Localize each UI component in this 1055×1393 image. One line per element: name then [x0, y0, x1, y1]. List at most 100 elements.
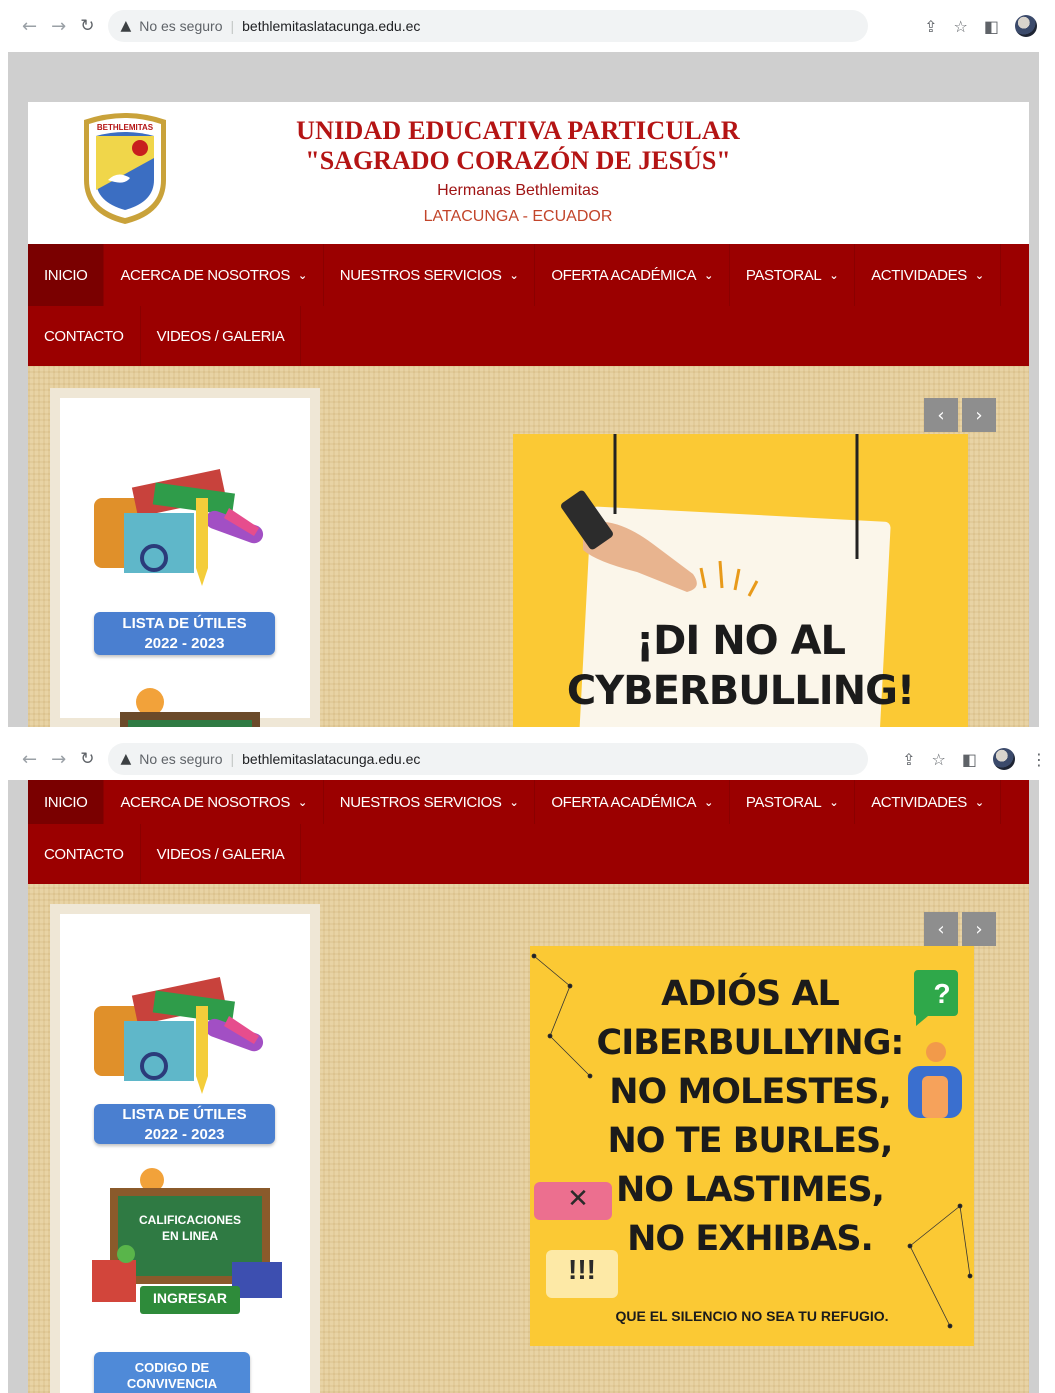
chevron-down-icon: ⌄	[297, 795, 307, 809]
nav-item-acerca[interactable]: ACERCA DE NOSOTROS ⌄	[104, 244, 324, 306]
site-header: BETHLEMITAS UNIDAD EDUCATIVA PARTICULAR …	[28, 102, 1029, 244]
forward-arrow-icon[interactable]: →	[51, 16, 66, 37]
school-crest-logo[interactable]: BETHLEMITAS	[78, 110, 172, 226]
forward-arrow-icon[interactable]: →	[51, 749, 66, 770]
calificaciones-label: CALIFICACIONES EN LINEA	[118, 1212, 262, 1244]
main-nav-2: INICIO ACERCA DE NOSOTROS ⌄ NUESTROS SERV…	[28, 780, 1029, 884]
nav-item-acerca[interactable]: ACERCA DE NOSOTROS ⌄	[104, 780, 324, 824]
school-location: LATACUNGA - ECUADOR	[423, 208, 613, 225]
nav-label: ACTIVIDADES	[871, 793, 967, 811]
address-bar[interactable]: ▲ No es seguro | bethlemitaslatacunga.ed…	[108, 10, 869, 42]
main-nav: INICIO ACERCA DE NOSOTROS ⌄ NUESTROS SERV…	[28, 244, 1029, 366]
kebab-menu-icon[interactable]: ⋮	[1031, 750, 1047, 769]
nav-item-pastoral[interactable]: PASTORAL ⌄	[730, 244, 856, 306]
slider-next-button[interactable]: ›	[962, 912, 996, 946]
nav-item-videos[interactable]: VIDEOS / GALERIA	[141, 306, 302, 366]
reload-icon[interactable]: ↻	[80, 16, 94, 36]
back-arrow-icon[interactable]: ←	[22, 749, 37, 770]
pill-line: LISTA DE ÚTILES	[122, 1106, 247, 1123]
reload-icon[interactable]: ↻	[80, 749, 94, 769]
nav-item-pastoral[interactable]: PASTORAL ⌄	[730, 780, 856, 824]
chevron-down-icon: ⌄	[297, 268, 307, 282]
chevron-down-icon: ⌄	[509, 795, 519, 809]
side-panel-icon[interactable]: ◧	[962, 750, 977, 769]
slide2-headline: ADIÓS AL CIBERBULLYING: NO MOLESTES, NO …	[590, 970, 910, 1264]
school-supplies-illustration[interactable]	[84, 458, 284, 598]
slide2-line: NO TE BURLES,	[607, 1121, 894, 1161]
slider-next-button[interactable]: ›	[962, 398, 996, 432]
codigo-convivencia-button[interactable]: CODIGO DE CONVIVENCIA	[94, 1352, 250, 1393]
chevron-down-icon: ⌄	[704, 268, 713, 282]
chevron-left-icon: ‹	[937, 918, 945, 940]
slide2-line: ADIÓS AL	[661, 974, 840, 1014]
share-icon[interactable]: ⇪	[924, 17, 937, 36]
url-text[interactable]: bethlemitaslatacunga.edu.ec	[242, 751, 420, 767]
nav-item-servicios[interactable]: NUESTROS SERVICIOS ⌄	[324, 780, 536, 824]
slide2-line: CIBERBULLYING:	[596, 1023, 905, 1063]
nav-item-videos[interactable]: VIDEOS / GALERIA	[141, 824, 302, 884]
chevron-down-icon: ⌄	[974, 268, 984, 282]
calificaciones-illustration-partial[interactable]	[80, 682, 290, 727]
pill-line: CODIGO DE	[134, 1360, 210, 1375]
main-content-2: LISTA DE ÚTILES 2022 - 2023 CALIFICACION…	[28, 884, 1029, 1393]
lista-utiles-button[interactable]: LISTA DE ÚTILES 2022 - 2023	[94, 1104, 275, 1144]
slide1-headline: ¡DI NO AL CYBERBULLING!	[513, 616, 968, 716]
nav-item-actividades[interactable]: ACTIVIDADES ⌄	[855, 780, 1001, 824]
bookmark-star-icon[interactable]: ☆	[954, 17, 968, 36]
nav-item-contacto[interactable]: CONTACTO	[28, 306, 141, 366]
slide2-footer: QUE EL SILENCIO NO SEA TU REFUGIO.	[615, 1308, 889, 1324]
browser-actions: ⇪ ☆ ◧	[924, 0, 1037, 52]
profile-avatar-icon[interactable]	[993, 748, 1015, 770]
back-arrow-icon[interactable]: ←	[22, 16, 37, 37]
school-supplies-illustration[interactable]	[84, 966, 284, 1106]
browser-toolbar-2: ← → ↻ ▲ No es seguro | bethlemitaslatacu…	[0, 736, 1055, 782]
nav-item-oferta[interactable]: OFERTA ACADÉMICA ⌄	[535, 244, 730, 306]
share-icon[interactable]: ⇪	[902, 750, 915, 769]
page-viewport-scrolled: INICIO ACERCA DE NOSOTROS ⌄ NUESTROS SERV…	[8, 780, 1039, 1393]
nav-row-1: INICIO ACERCA DE NOSOTROS ⌄ NUESTROS SERV…	[28, 780, 1029, 824]
warning-triangle-icon[interactable]: ▲	[120, 18, 131, 34]
sidebar-frame: LISTA DE ÚTILES 2022 - 2023	[50, 388, 320, 727]
address-separator: |	[230, 18, 235, 34]
chevron-down-icon: ⌄	[829, 795, 839, 809]
slide2-line: NO EXHIBAS.	[627, 1219, 874, 1259]
nav-item-contacto[interactable]: CONTACTO	[28, 824, 141, 884]
school-title-block: UNIDAD EDUCATIVA PARTICULAR "SAGRADO COR…	[268, 116, 768, 226]
browser-nav-2: ← → ↻	[22, 749, 94, 770]
nav-row-2: CONTACTO VIDEOS / GALERIA	[28, 306, 1029, 366]
carousel-slide-2[interactable]: ? ✕ !!! ADIÓS AL CIBERBULLYING: NO MOLES…	[530, 946, 974, 1346]
profile-avatar-icon[interactable]	[1015, 15, 1037, 37]
nav-item-inicio[interactable]: INICIO	[28, 780, 105, 824]
nav-item-oferta[interactable]: OFERTA ACADÉMICA ⌄	[535, 780, 730, 824]
nav-label: VIDEOS / GALERIA	[156, 845, 285, 863]
pill-line: 2022 - 2023	[144, 635, 225, 652]
nav-item-servicios[interactable]: NUESTROS SERVICIOS ⌄	[324, 244, 536, 306]
address-bar-2[interactable]: ▲ No es seguro | bethlemitaslatacunga.ed…	[108, 743, 869, 775]
bookmark-star-icon[interactable]: ☆	[932, 750, 946, 769]
nav-item-inicio[interactable]: INICIO	[28, 244, 105, 306]
ingresar-button[interactable]: INGRESAR	[140, 1290, 240, 1306]
svg-text:BETHLEMITAS: BETHLEMITAS	[97, 123, 154, 132]
chevron-right-icon: ›	[975, 918, 983, 940]
slide1-line2: CYBERBULLING!	[566, 668, 915, 714]
lista-utiles-button[interactable]: LISTA DE ÚTILES 2022 - 2023	[94, 612, 275, 655]
chevron-left-icon: ‹	[937, 404, 945, 426]
carousel-slide-1[interactable]: ¡DI NO AL CYBERBULLING!	[513, 434, 968, 727]
side-panel-icon[interactable]: ◧	[984, 17, 999, 36]
slide2-line: NO MOLESTES,	[609, 1072, 892, 1112]
warning-triangle-icon[interactable]: ▲	[120, 751, 131, 767]
nav-item-actividades[interactable]: ACTIVIDADES ⌄	[855, 244, 1001, 306]
slider-prev-button[interactable]: ‹	[924, 912, 958, 946]
nav-row-1: INICIO ACERCA DE NOSOTROS ⌄ NUESTROS SERV…	[28, 244, 1029, 306]
nav-label: PASTORAL	[745, 793, 822, 811]
pill-line: 2022 - 2023	[144, 1126, 225, 1143]
nav-label: INICIO	[44, 266, 88, 284]
browser-toolbar: ← → ↻ ▲ No es seguro | bethlemitaslatacu…	[0, 0, 1055, 52]
slider-prev-button[interactable]: ‹	[924, 398, 958, 432]
sidebar: LISTA DE ÚTILES 2022 - 2023 CALIFICACION…	[60, 914, 310, 1393]
not-secure-label: No es seguro	[139, 751, 223, 767]
nav-label: INICIO	[44, 793, 88, 811]
calificaciones-link[interactable]: CALIFICACIONES EN LINEA INGRESAR	[82, 1164, 292, 1324]
page-viewport-top: BETHLEMITAS UNIDAD EDUCATIVA PARTICULAR …	[8, 52, 1039, 727]
url-text[interactable]: bethlemitaslatacunga.edu.ec	[242, 18, 420, 34]
